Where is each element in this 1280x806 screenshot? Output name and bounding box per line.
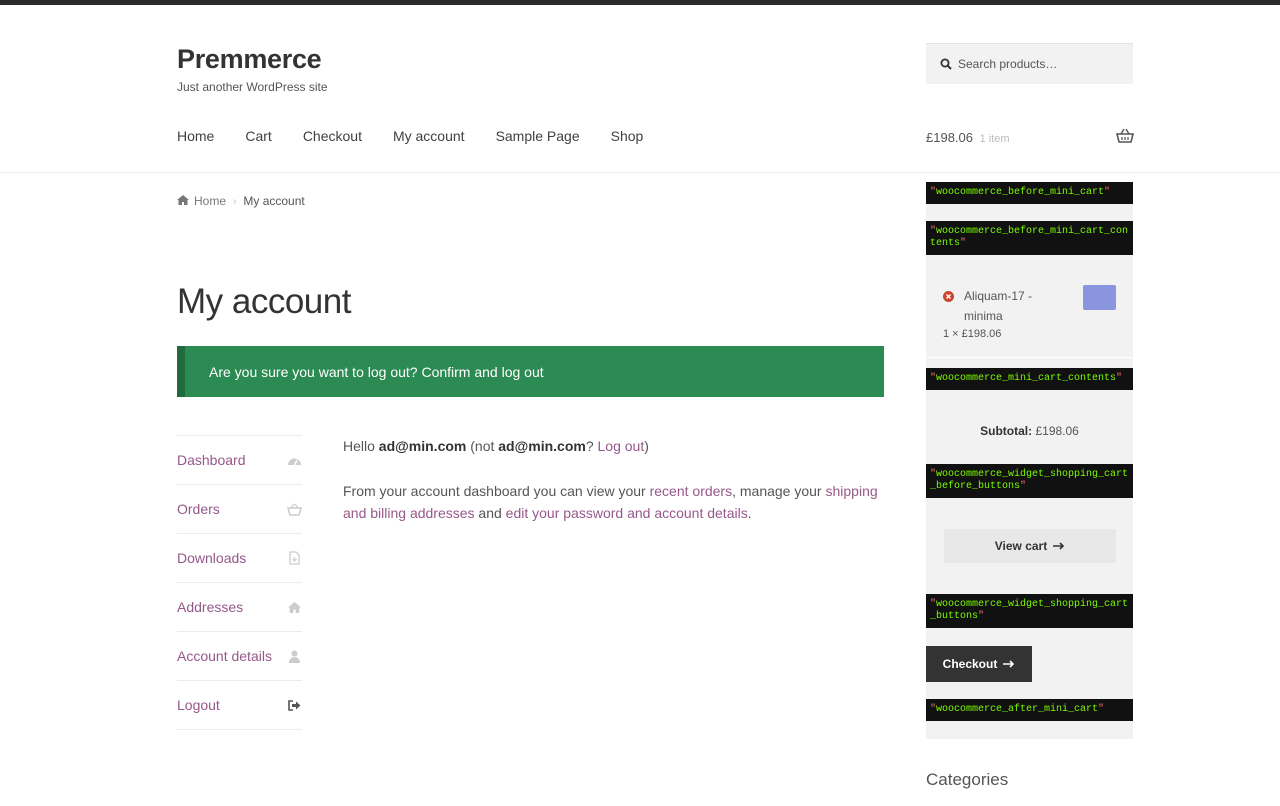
account-nav-account-details[interactable]: Account details <box>177 632 302 681</box>
hook-before-buttons: "woocommerce_widget_shopping_cart_before… <box>926 464 1133 498</box>
greeting-logout-link[interactable]: Log out <box>598 438 645 454</box>
account-nav-label: Downloads <box>177 550 247 566</box>
home-icon <box>286 599 302 615</box>
account-nav-addresses[interactable]: Addresses <box>177 583 302 632</box>
home-icon <box>177 194 189 208</box>
recent-orders-link[interactable]: recent orders <box>650 483 732 499</box>
header-cart-count: 1 item <box>979 133 1010 145</box>
view-cart-label: View cart <box>994 539 1048 553</box>
notice-text[interactable]: Are you sure you want to log out? Confir… <box>209 364 544 380</box>
site-tagline: Just another WordPress site <box>177 80 328 94</box>
top-bar <box>0 0 1280 5</box>
mini-cart-item-name[interactable]: Aliquam-17 - minima <box>964 286 1054 326</box>
categories-widget-title: Categories <box>926 770 1009 789</box>
dash-text-1: From your account dashboard you can view… <box>343 483 650 499</box>
hook-before-mini-cart: "woocommerce_before_mini_cart" <box>926 182 1133 204</box>
breadcrumb-current: My account <box>243 194 305 208</box>
account-details-link[interactable]: edit your password and account details <box>506 505 748 521</box>
dashboard-icon <box>286 452 302 468</box>
hook-before-mini-cart-contents: "woocommerce_before_mini_cart_contents" <box>926 221 1133 255</box>
mini-cart-item-thumbnail[interactable] <box>1083 285 1116 310</box>
site-title[interactable]: Premmerce <box>177 44 322 75</box>
nav-item-cart[interactable]: Cart <box>245 128 271 144</box>
account-navigation: Dashboard Orders Downloads Addresses Acc… <box>177 435 302 730</box>
nav-item-my-account[interactable]: My account <box>393 128 465 144</box>
search-icon[interactable] <box>940 58 952 70</box>
header-cart-total: £198.06 <box>926 130 973 145</box>
checkout-button[interactable]: Checkout <box>926 646 1032 682</box>
sign-out-icon <box>286 697 302 713</box>
subtotal-value: £198.06 <box>1035 424 1079 438</box>
logout-confirm-notice[interactable]: Are you sure you want to log out? Confir… <box>177 346 884 397</box>
greeting-prefix: Hello <box>343 438 379 454</box>
dash-text-2: , manage your <box>732 483 826 499</box>
greeting-not-user: ad@min.com <box>498 438 586 454</box>
mini-cart-subtotal: Subtotal: £198.06 <box>926 424 1133 438</box>
header-divider <box>0 172 1280 173</box>
nav-item-home[interactable]: Home <box>177 128 214 144</box>
primary-nav: Home Cart Checkout My account Sample Pag… <box>177 128 674 144</box>
remove-item-icon[interactable] <box>943 289 954 307</box>
mini-cart-divider <box>926 357 1133 358</box>
search-form <box>926 43 1133 84</box>
breadcrumb-separator: › <box>233 195 237 207</box>
greeting-user: ad@min.com <box>378 438 467 454</box>
account-nav-dashboard[interactable]: Dashboard <box>177 436 302 485</box>
greeting-close: ) <box>644 438 649 454</box>
breadcrumb: Home › My account <box>177 194 305 208</box>
account-nav-label: Orders <box>177 501 220 517</box>
search-input[interactable] <box>958 57 1128 71</box>
account-nav-logout[interactable]: Logout <box>177 681 302 730</box>
mini-cart-item-quantity: 1 × £198.06 <box>943 328 1002 340</box>
arrow-right-icon <box>1053 542 1065 550</box>
nav-item-shop[interactable]: Shop <box>611 128 644 144</box>
header-cart-link[interactable]: £198.06 1 item <box>926 130 1010 145</box>
file-download-icon <box>286 550 302 566</box>
subtotal-label: Subtotal: <box>980 424 1033 438</box>
dash-text-4: . <box>747 505 752 521</box>
page-title: My account <box>177 282 351 321</box>
dashboard-greeting: Hello ad@min.com (not ad@min.com? Log ou… <box>343 438 649 454</box>
hook-buttons: "woocommerce_widget_shopping_cart_button… <box>926 594 1133 628</box>
dash-text-3: and <box>474 505 506 521</box>
dashboard-description: From your account dashboard you can view… <box>343 480 888 524</box>
greeting-not: (not <box>466 438 499 454</box>
nav-item-sample-page[interactable]: Sample Page <box>496 128 580 144</box>
arrow-right-icon <box>1003 660 1015 668</box>
account-nav-orders[interactable]: Orders <box>177 485 302 534</box>
hook-after-mini-cart: "woocommerce_after_mini_cart" <box>926 699 1133 721</box>
basket-icon <box>286 501 302 517</box>
greeting-q: ? <box>585 438 598 454</box>
checkout-label: Checkout <box>942 657 998 671</box>
account-nav-label: Account details <box>177 648 272 664</box>
account-nav-label: Addresses <box>177 599 244 615</box>
hook-mini-cart-contents: "woocommerce_mini_cart_contents" <box>926 368 1133 390</box>
view-cart-button[interactable]: View cart <box>944 529 1116 563</box>
nav-item-checkout[interactable]: Checkout <box>303 128 362 144</box>
basket-icon[interactable] <box>1115 128 1135 149</box>
account-nav-label: Logout <box>177 697 220 713</box>
user-icon <box>286 648 302 664</box>
breadcrumb-home-link[interactable]: Home <box>194 194 226 208</box>
account-nav-downloads[interactable]: Downloads <box>177 534 302 583</box>
account-nav-label: Dashboard <box>177 452 246 468</box>
